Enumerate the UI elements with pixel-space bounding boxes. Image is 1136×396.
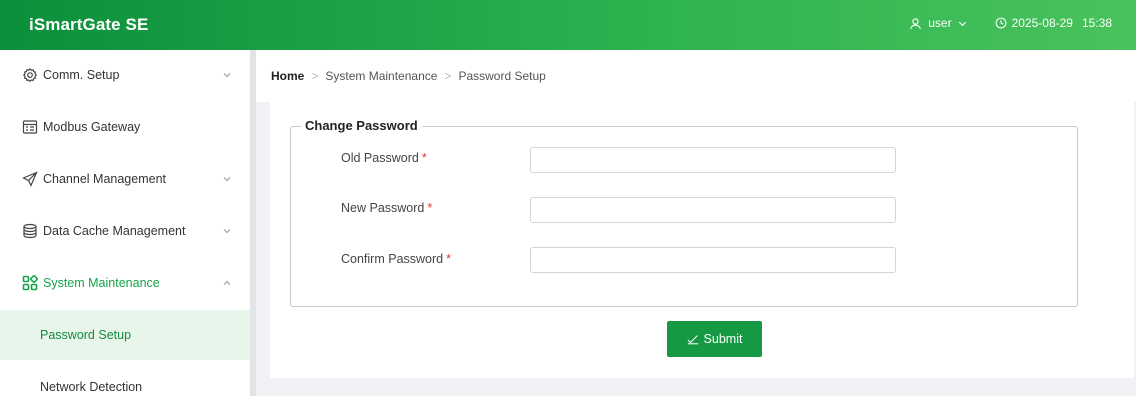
sidebar-subitem-password-setup[interactable]: Password Setup <box>0 310 250 360</box>
breadcrumb-current: Password Setup <box>458 69 546 83</box>
sidebar-item-system-maintenance[interactable]: System Maintenance <box>0 258 250 308</box>
submit-label: Submit <box>703 332 743 346</box>
breadcrumb-home[interactable]: Home <box>271 69 304 83</box>
send-icon <box>22 171 38 187</box>
sidebar-subitem-label: Password Setup <box>40 328 132 342</box>
field-label-text: New Password <box>341 201 425 215</box>
apps-icon <box>22 275 38 291</box>
clock-display: 2025-08-29 15:38 <box>995 16 1112 30</box>
new-password-input[interactable] <box>530 197 896 223</box>
sidebar-item-comm-setup[interactable]: Comm. Setup <box>0 50 250 100</box>
new-password-label: New Password * <box>341 201 432 215</box>
fieldset-legend: Change Password <box>301 118 422 133</box>
chevron-down-icon <box>223 229 231 234</box>
sidebar-item-label: Data Cache Management <box>43 224 186 238</box>
required-mark: * <box>421 151 427 165</box>
user-name: user <box>928 16 952 30</box>
breadcrumb-separator-icon: > <box>311 69 319 83</box>
clock-icon <box>995 17 1006 29</box>
header-right: user 2025-08-29 15:38 <box>909 16 1112 30</box>
sidebar-subitem-network-detection[interactable]: Network Detection <box>0 362 250 396</box>
chevron-down-icon <box>223 73 231 78</box>
sidebar-item-channel-management[interactable]: Channel Management <box>0 154 250 204</box>
chevron-up-icon <box>223 280 231 285</box>
submit-button[interactable]: Submit <box>667 321 762 357</box>
breadcrumb-separator-icon: > <box>444 69 452 83</box>
chevron-down-icon <box>958 21 966 26</box>
current-date: 2025-08-29 <box>1011 16 1073 30</box>
field-label-text: Old Password <box>341 151 419 165</box>
sidebar: Comm. Setup Modbus Gateway Channel Manag… <box>0 50 250 396</box>
user-icon <box>910 17 922 29</box>
confirm-password-input[interactable] <box>530 247 896 273</box>
submit-icon <box>687 334 698 344</box>
sidebar-item-label: System Maintenance <box>43 276 160 290</box>
field-label-text: Confirm Password <box>341 252 444 266</box>
sidebar-item-label: Modbus Gateway <box>43 120 141 134</box>
sidebar-item-modbus-gateway[interactable]: Modbus Gateway <box>0 102 250 152</box>
database-icon <box>23 223 37 239</box>
top-header: iSmartGate SE user 2025-08-29 15:38 <box>0 0 1136 50</box>
chevron-down-icon <box>223 177 231 182</box>
sidebar-subitem-label: Network Detection <box>40 380 143 394</box>
breadcrumb-item[interactable]: System Maintenance <box>325 69 437 83</box>
change-password-fieldset: Change Password Old Password * New Passwo… <box>290 118 1078 307</box>
current-time: 15:38 <box>1081 16 1112 30</box>
sidebar-item-data-cache-management[interactable]: Data Cache Management <box>0 206 250 256</box>
gateway-icon <box>22 120 38 134</box>
sidebar-item-label: Channel Management <box>43 172 166 186</box>
old-password-input[interactable] <box>530 147 896 173</box>
main-panel: Change Password Old Password * New Passwo… <box>270 102 1134 378</box>
confirm-password-label: Confirm Password * <box>341 252 451 266</box>
old-password-label: Old Password * <box>341 151 427 165</box>
gear-icon <box>22 68 38 83</box>
user-menu[interactable]: user <box>909 16 972 30</box>
required-mark: * <box>446 252 451 266</box>
required-mark: * <box>427 201 433 215</box>
app-title: iSmartGate SE <box>29 15 149 34</box>
breadcrumb: Home > System Maintenance > Password Set… <box>256 50 1136 102</box>
sidebar-item-label: Comm. Setup <box>43 68 120 82</box>
